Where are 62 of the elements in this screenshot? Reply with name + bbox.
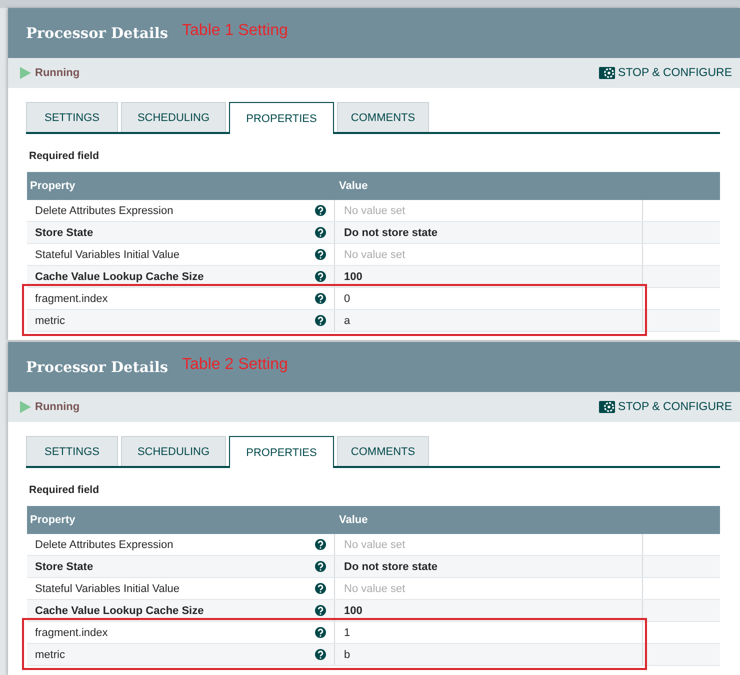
stop-configure-button[interactable]: STOP & CONFIGURE bbox=[599, 400, 732, 414]
stop-configure-button[interactable]: STOP & CONFIGURE bbox=[599, 66, 732, 80]
help-icon bbox=[315, 605, 326, 616]
property-value: Do not store state bbox=[335, 556, 643, 577]
status-label: Running bbox=[35, 67, 80, 79]
property-name: Stateful Variables Initial Value bbox=[35, 248, 180, 260]
property-name: Store State bbox=[35, 560, 94, 572]
tab[interactable]: PROPERTIES bbox=[229, 436, 334, 468]
required-field-label: Required field bbox=[28, 149, 100, 164]
tab[interactable]: COMMENTS bbox=[337, 436, 429, 466]
help-icon bbox=[315, 649, 326, 660]
tab[interactable]: SCHEDULING bbox=[121, 102, 226, 132]
property-name: Delete Attributes Expression bbox=[35, 538, 174, 550]
property-value: 100 bbox=[335, 600, 643, 621]
help-icon bbox=[315, 271, 326, 282]
help-icon bbox=[315, 315, 326, 326]
property-name: Stateful Variables Initial Value bbox=[35, 582, 180, 594]
property-name: Cache Value Lookup Cache Size bbox=[35, 270, 204, 282]
property-name: fragment.index bbox=[35, 292, 108, 304]
property-name: Store State bbox=[35, 226, 94, 238]
tab[interactable]: COMMENTS bbox=[337, 102, 429, 132]
property-value: No value set bbox=[335, 578, 643, 599]
play-icon bbox=[20, 67, 31, 79]
property-value: 0 bbox=[335, 288, 643, 309]
help-icon bbox=[315, 249, 326, 260]
play-icon bbox=[20, 401, 31, 413]
annotation-label: Table 2 Setting bbox=[182, 356, 288, 374]
property-value: 1 bbox=[335, 622, 643, 643]
property-value: 100 bbox=[335, 266, 643, 287]
help-icon bbox=[315, 293, 326, 304]
property-value: b bbox=[335, 644, 643, 665]
help-icon bbox=[315, 205, 326, 216]
property-value: a bbox=[335, 310, 643, 331]
column-header: Property bbox=[29, 179, 76, 194]
property-name: Cache Value Lookup Cache Size bbox=[35, 604, 204, 616]
tab[interactable]: PROPERTIES bbox=[229, 102, 334, 134]
help-icon bbox=[315, 561, 326, 572]
property-value: Do not store state bbox=[335, 222, 643, 243]
gear-icon bbox=[599, 66, 616, 80]
property-value: No value set bbox=[335, 200, 643, 221]
tab[interactable]: SCHEDULING bbox=[121, 436, 226, 466]
required-field-label: Required field bbox=[28, 483, 100, 498]
help-icon bbox=[315, 583, 326, 594]
property-name: Delete Attributes Expression bbox=[35, 204, 174, 216]
property-name: fragment.index bbox=[35, 626, 108, 638]
help-icon bbox=[315, 539, 326, 550]
status-label: Running bbox=[35, 401, 80, 413]
column-header: Value bbox=[338, 179, 369, 194]
tab[interactable]: SETTINGS bbox=[26, 436, 118, 466]
property-name: metric bbox=[35, 314, 65, 326]
panel-title: Processor Details bbox=[26, 358, 168, 376]
property-value: No value set bbox=[335, 534, 643, 555]
column-header: Value bbox=[338, 513, 369, 528]
annotation-label: Table 1 Setting bbox=[182, 22, 288, 40]
tab[interactable]: SETTINGS bbox=[26, 102, 118, 132]
property-name: metric bbox=[35, 648, 65, 660]
property-value: No value set bbox=[335, 244, 643, 265]
help-icon bbox=[315, 227, 326, 238]
help-icon bbox=[315, 627, 326, 638]
column-header: Property bbox=[29, 513, 76, 528]
gear-icon bbox=[599, 400, 616, 414]
panel-title: Processor Details bbox=[26, 24, 168, 42]
